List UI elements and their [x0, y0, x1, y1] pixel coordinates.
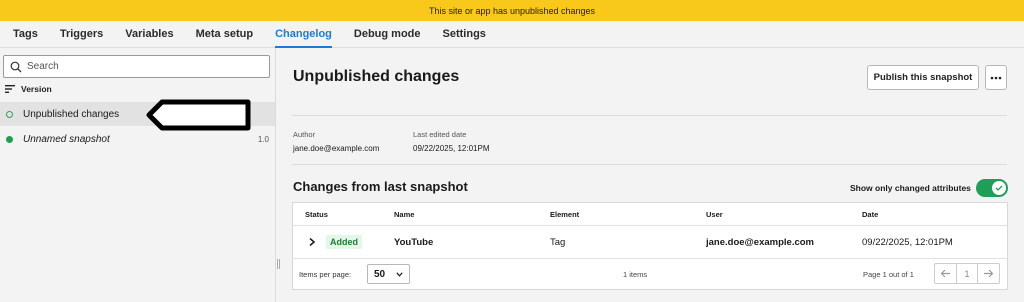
items-per-page-select[interactable]: 50 — [367, 264, 410, 284]
version-number: 1.0 — [257, 134, 269, 144]
toggle-label: Show only changed attributes — [850, 183, 971, 193]
top-nav: Tags Triggers Variables Meta setup Chang… — [0, 21, 1024, 48]
arrow-right-icon — [984, 269, 994, 278]
more-horizontal-icon — [990, 76, 1002, 79]
page-title: Unpublished changes — [293, 68, 460, 85]
cell-date: 09/22/2025, 12:01PM — [862, 237, 953, 248]
status-dot-published — [6, 135, 13, 143]
search-box[interactable] — [3, 55, 270, 78]
status-badge: Added — [326, 235, 362, 249]
toggle-knob — [992, 181, 1006, 195]
arrow-left-icon — [940, 269, 950, 278]
last-edited-value: 09/22/2025, 12:01PM — [413, 144, 490, 153]
more-options-button[interactable] — [985, 65, 1007, 90]
tab-meta-setup[interactable]: Meta setup — [196, 21, 253, 47]
prev-page-button[interactable] — [935, 264, 956, 283]
items-per-page-value: 50 — [374, 268, 386, 280]
main-panel: Unpublished changes Publish this snapsho… — [281, 48, 1024, 302]
cell-element: Tag — [550, 237, 566, 248]
divider — [292, 164, 1007, 165]
table-header: Status Name Element User Date — [293, 203, 1007, 226]
column-header-name: Name — [394, 210, 415, 219]
page-info: Page 1 out of 1 — [863, 270, 914, 279]
banner-text: This site or app has unpublished changes — [428, 5, 596, 16]
column-header-element: Element — [550, 210, 580, 219]
column-header-date: Date — [862, 210, 879, 219]
tab-changelog[interactable]: Changelog — [275, 21, 332, 48]
tab-settings[interactable]: Settings — [443, 21, 486, 47]
divider — [292, 115, 1007, 116]
tab-debug-mode[interactable]: Debug mode — [354, 21, 421, 47]
last-edited-label: Last edited date — [413, 130, 467, 139]
annotation-arrow-icon — [146, 99, 251, 131]
unpublished-banner: This site or app has unpublished changes — [0, 0, 1024, 21]
list-item-label: Unpublished changes — [23, 108, 120, 120]
tab-triggers[interactable]: Triggers — [60, 21, 103, 47]
chevron-right-icon[interactable] — [307, 236, 317, 248]
items-count: 1 items — [623, 270, 648, 279]
cell-name: YouTube — [394, 237, 434, 248]
publish-snapshot-button[interactable]: Publish this snapshot — [867, 65, 979, 90]
changes-table: Status Name Element User Date Added YouT… — [292, 202, 1008, 290]
show-changed-attributes-toggle[interactable] — [976, 179, 1008, 197]
search-input[interactable] — [27, 61, 267, 72]
status-dot-unpublished — [6, 110, 13, 118]
search-icon — [10, 61, 22, 72]
sort-label: Version — [21, 84, 52, 94]
panel-resize-handle[interactable] — [277, 259, 280, 269]
pager: 1 — [934, 263, 1000, 284]
cell-user: jane.doe@example.com — [706, 237, 814, 248]
tab-tags[interactable]: Tags — [13, 21, 38, 47]
next-page-button[interactable] — [977, 264, 999, 283]
changes-section-title: Changes from last snapshot — [293, 179, 468, 194]
tab-variables[interactable]: Variables — [125, 21, 173, 47]
check-icon — [995, 185, 1003, 191]
table-pagination: Items per page: 50 1 items Page 1 out of… — [293, 259, 1007, 289]
column-header-user: User — [706, 210, 723, 219]
chevron-down-icon — [396, 272, 403, 277]
current-page: 1 — [955, 264, 978, 283]
sort-by-version[interactable]: Version — [5, 84, 52, 94]
column-header-status: Status — [305, 210, 328, 219]
author-label: Author — [293, 130, 316, 139]
list-item-label: Unnamed snapshot — [23, 133, 110, 145]
author-value: jane.doe@example.com — [293, 144, 380, 153]
sidebar: Version Unpublished changes Unnamed snap… — [0, 48, 276, 302]
sort-icon — [5, 85, 15, 93]
items-per-page-label: Items per page: — [299, 270, 352, 279]
table-row[interactable]: Added YouTube Tag jane.doe@example.com 0… — [293, 226, 1007, 259]
